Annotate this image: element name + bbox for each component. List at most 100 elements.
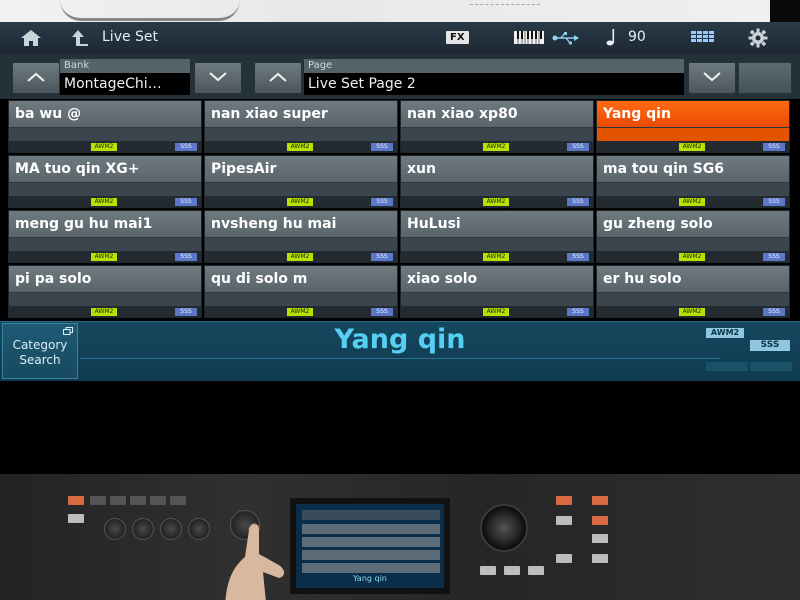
panel-button <box>528 566 544 575</box>
live-set-slot[interactable]: nan xiao xp80 AWM2 SSS <box>400 100 594 153</box>
screen-row <box>302 537 440 547</box>
sss-badge: SSS <box>763 198 785 206</box>
fx-button[interactable]: FX <box>446 31 469 44</box>
page-field[interactable]: Page Live Set Page 2 <box>304 59 684 95</box>
info-indicator-left <box>706 362 748 371</box>
slot-part-strip <box>9 183 201 196</box>
slot-performance-name: ba wu @ <box>9 101 201 127</box>
panel-button-red <box>68 496 84 505</box>
brush-stroke-decoration <box>60 0 240 21</box>
live-set-slot[interactable]: nvsheng hu mai AWM2 SSS <box>204 210 398 263</box>
panel-button <box>592 534 608 543</box>
slot-part-strip <box>9 128 201 141</box>
awm2-badge: AWM2 <box>91 143 117 151</box>
hardware-screen-caption: Yang qin <box>353 574 387 583</box>
sss-badge: SSS <box>750 340 790 351</box>
bank-field[interactable]: Bank MontageChi… <box>60 59 190 95</box>
live-set-slot[interactable]: xun AWM2 SSS <box>400 155 594 208</box>
sss-badge: SSS <box>763 308 785 316</box>
screen-row <box>302 550 440 560</box>
slot-performance-name: MA tuo qin XG+ <box>9 156 201 182</box>
awm2-badge: AWM2 <box>483 253 509 261</box>
back-arrow-icon[interactable] <box>70 28 90 48</box>
live-set-slot[interactable]: pi pa solo AWM2 SSS <box>8 265 202 318</box>
awm2-badge: AWM2 <box>679 253 705 261</box>
page-next-button[interactable] <box>688 62 736 94</box>
awm2-badge: AWM2 <box>91 253 117 261</box>
gear-icon[interactable] <box>748 28 768 48</box>
sss-badge: SSS <box>175 253 197 261</box>
panel-button <box>130 496 146 505</box>
category-search-button[interactable]: Category Search <box>2 323 78 379</box>
panel-button <box>504 566 520 575</box>
awm2-badge: AWM2 <box>287 198 313 206</box>
slot-part-strip <box>9 293 201 306</box>
slot-part-strip <box>205 238 397 251</box>
screen-row <box>302 524 440 534</box>
bank-value: MontageChi… <box>60 73 190 95</box>
sss-badge: SSS <box>371 253 393 261</box>
awm2-badge: AWM2 <box>91 198 117 206</box>
current-performance-name: Yang qin <box>334 324 466 355</box>
panel-button <box>68 514 84 523</box>
bank-prev-button[interactable] <box>12 62 60 94</box>
live-set-slot[interactable]: meng gu hu mai1 AWM2 SSS <box>8 210 202 263</box>
slot-performance-name: PipesAir <box>205 156 397 182</box>
slot-performance-name: pi pa solo <box>9 266 201 292</box>
slot-part-strip <box>401 183 593 196</box>
data-dial-knob <box>480 504 528 552</box>
live-set-slot[interactable]: PipesAir AWM2 SSS <box>204 155 398 208</box>
panel-button-red <box>592 496 608 505</box>
slot-part-strip <box>401 293 593 306</box>
panel-button <box>556 554 572 563</box>
slot-performance-name: gu zheng solo <box>597 211 789 237</box>
panel-knob <box>188 518 210 540</box>
slot-performance-name: Yang qin <box>597 101 789 127</box>
jump-icon <box>63 327 73 335</box>
slot-performance-name: nan xiao super <box>205 101 397 127</box>
header-bar: Live Set FX 90 <box>0 22 800 55</box>
live-set-slot[interactable]: nan xiao super AWM2 SSS <box>204 100 398 153</box>
live-set-slot[interactable]: ba wu @ AWM2 SSS <box>8 100 202 153</box>
home-icon[interactable] <box>20 29 42 47</box>
panel-button <box>556 516 572 525</box>
slot-part-strip <box>597 238 789 251</box>
live-set-slot[interactable]: HuLusi AWM2 SSS <box>400 210 594 263</box>
awm2-badge: AWM2 <box>483 198 509 206</box>
live-set-slot[interactable]: er hu solo AWM2 SSS <box>596 265 790 318</box>
screen-row <box>302 563 440 573</box>
slot-part-strip <box>205 128 397 141</box>
live-set-slot[interactable]: qu di solo m AWM2 SSS <box>204 265 398 318</box>
video-top-strip <box>0 0 800 22</box>
slot-part-strip <box>401 128 593 141</box>
awm2-badge: AWM2 <box>679 198 705 206</box>
slot-performance-name: er hu solo <box>597 266 789 292</box>
keyboard-icon[interactable] <box>514 31 544 44</box>
live-set-slot[interactable]: xiao solo AWM2 SSS <box>400 265 594 318</box>
page-prev-button[interactable] <box>254 62 302 94</box>
synth-hardware-photo: Yang qin <box>0 474 800 600</box>
panel-button-red <box>592 516 608 525</box>
scribble-decoration <box>470 4 540 15</box>
live-set-slot[interactable]: gu zheng solo AWM2 SSS <box>596 210 790 263</box>
tempo-value[interactable]: 90 <box>628 29 646 45</box>
panel-button <box>110 496 126 505</box>
slot-performance-name: qu di solo m <box>205 266 397 292</box>
sss-badge: SSS <box>567 198 589 206</box>
video-black-gap <box>0 381 800 474</box>
panel-button <box>150 496 166 505</box>
live-set-slot[interactable]: MA tuo qin XG+ AWM2 SSS <box>8 155 202 208</box>
blank-square-button[interactable] <box>738 62 792 94</box>
awm2-badge: AWM2 <box>483 143 509 151</box>
live-set-slot[interactable]: ma tou qin SG6 AWM2 SSS <box>596 155 790 208</box>
sss-badge: SSS <box>175 308 197 316</box>
sss-badge: SSS <box>567 143 589 151</box>
sss-badge: SSS <box>371 308 393 316</box>
overview-grid-icon[interactable] <box>691 31 715 45</box>
chevron-down-icon <box>703 72 721 82</box>
bank-next-button[interactable] <box>194 62 242 94</box>
awm2-badge: AWM2 <box>679 308 705 316</box>
live-set-slot-grid: ba wu @ AWM2 SSS nan xiao super AWM2 SSS nan x… <box>8 100 792 320</box>
live-set-slot[interactable]: Yang qin AWM2 SSS <box>596 100 790 153</box>
awm2-badge: AWM2 <box>483 308 509 316</box>
